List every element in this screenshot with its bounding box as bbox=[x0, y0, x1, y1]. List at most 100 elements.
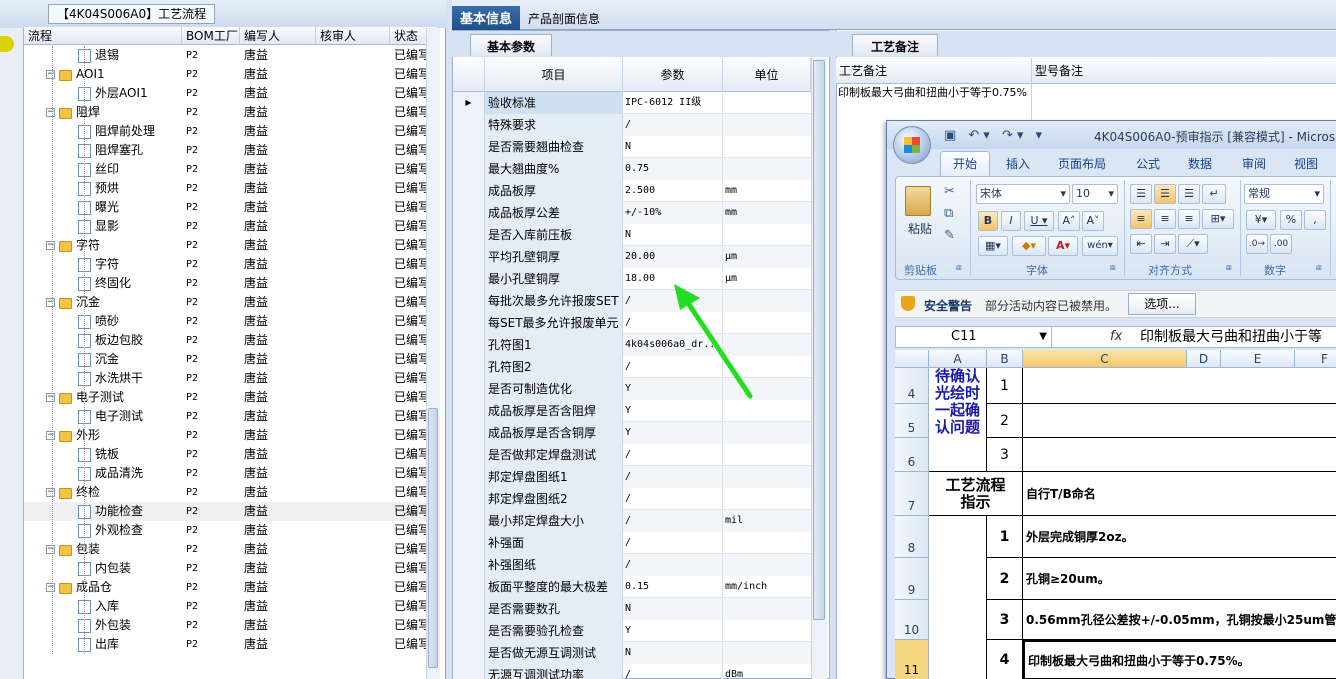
tree-node[interactable]: 喷砂 bbox=[78, 312, 182, 331]
select-all-corner[interactable] bbox=[895, 350, 929, 368]
param-row[interactable]: 成品板厚是否含铜厚 Y bbox=[453, 422, 811, 444]
param-row[interactable]: 板面平整度的最大极差 0.15 mm/inch bbox=[453, 576, 811, 598]
percent-button[interactable]: % bbox=[1280, 210, 1302, 230]
col-header-value[interactable]: 参数 bbox=[623, 58, 723, 92]
decrease-decimal-button[interactable]: .00 bbox=[1270, 234, 1292, 254]
tree-node[interactable]: 成品清洗 bbox=[78, 464, 182, 483]
tree-node[interactable]: − 成品仓 bbox=[46, 578, 182, 597]
param-row[interactable]: 成品板厚 2.500 mm bbox=[453, 180, 811, 202]
row-selector[interactable] bbox=[453, 356, 485, 378]
param-value[interactable]: / bbox=[623, 510, 723, 532]
tree-node[interactable]: 外层AOI1 bbox=[78, 84, 182, 103]
tree-node[interactable]: 外包装 bbox=[78, 616, 182, 635]
row-selector[interactable] bbox=[453, 488, 485, 510]
orientation-button[interactable]: ⟋▾ bbox=[1178, 234, 1208, 254]
cell-c5[interactable] bbox=[1023, 404, 1336, 438]
font-color-button[interactable]: A▾ bbox=[1048, 236, 1078, 256]
row-selector[interactable] bbox=[453, 312, 485, 334]
tree-node[interactable]: 外观检查 bbox=[78, 521, 182, 540]
col-header-b[interactable]: B bbox=[987, 350, 1023, 368]
paste-label[interactable]: 粘贴 bbox=[908, 220, 932, 237]
row-header-5[interactable]: 5 bbox=[895, 404, 929, 438]
row-header-9[interactable]: 9 bbox=[895, 558, 929, 600]
param-value[interactable]: Y bbox=[623, 422, 723, 444]
collapse-toggle-icon[interactable]: − bbox=[46, 241, 55, 250]
row-selector[interactable] bbox=[453, 422, 485, 444]
row-selector[interactable] bbox=[453, 202, 485, 224]
row-selector[interactable] bbox=[453, 400, 485, 422]
cut-icon[interactable]: ✂ bbox=[944, 184, 955, 199]
param-row[interactable]: 成品板厚公差 +/-10% mm bbox=[453, 202, 811, 224]
tree-node[interactable]: − 包装 bbox=[46, 540, 182, 559]
tree-node[interactable]: − AOI1 bbox=[46, 65, 182, 84]
collapse-toggle-icon[interactable]: − bbox=[46, 108, 55, 117]
align-top-button[interactable]: ☰ bbox=[1130, 184, 1152, 204]
cell-c8[interactable]: 外层完成铜厚2oz。 bbox=[1023, 516, 1336, 558]
col-header-process-note[interactable]: 工艺备注 bbox=[836, 58, 1032, 84]
collapse-toggle-icon[interactable]: − bbox=[46, 431, 55, 440]
tree-node[interactable]: 功能检查 bbox=[78, 502, 182, 521]
row-selector[interactable] bbox=[453, 620, 485, 642]
row-selector[interactable] bbox=[453, 268, 485, 290]
collapse-toggle-icon[interactable]: − bbox=[46, 298, 55, 307]
col-header-d[interactable]: D bbox=[1187, 350, 1221, 368]
col-header-a[interactable]: A bbox=[929, 350, 987, 368]
param-value[interactable]: / bbox=[623, 488, 723, 510]
collapse-toggle-icon[interactable]: − bbox=[46, 545, 55, 554]
tree-node[interactable]: 水洗烘干 bbox=[78, 369, 182, 388]
ribbon-tab-insert[interactable]: 插入 bbox=[1006, 155, 1030, 172]
underline-button[interactable]: U ▾ bbox=[1024, 211, 1054, 231]
border-button[interactable]: ▦▾ bbox=[978, 236, 1008, 256]
col-header-reviewer[interactable]: 核审人 bbox=[316, 27, 390, 45]
copy-icon[interactable]: ⧉ bbox=[944, 206, 953, 221]
format-painter-icon[interactable]: ✎ bbox=[944, 228, 955, 243]
fill-color-button[interactable]: ◆▾ bbox=[1012, 236, 1046, 256]
tree-node[interactable]: 内包装 bbox=[78, 559, 182, 578]
tree-node[interactable]: 阻焊塞孔 bbox=[78, 141, 182, 160]
ribbon-tab-formulas[interactable]: 公式 bbox=[1136, 155, 1160, 172]
increase-indent-button[interactable]: ⇥ bbox=[1154, 234, 1176, 254]
tree-node[interactable]: 显影 bbox=[78, 217, 182, 236]
param-value[interactable]: / bbox=[623, 444, 723, 466]
tree-node[interactable]: 字符 bbox=[78, 255, 182, 274]
ribbon-tab-view[interactable]: 视图 bbox=[1294, 155, 1318, 172]
cell-a-merged[interactable] bbox=[929, 516, 987, 679]
merge-center-button[interactable]: ⊞▾ bbox=[1202, 209, 1234, 229]
cell-b4[interactable]: 1 bbox=[987, 368, 1023, 404]
param-row[interactable]: ▶ 验收标准 IPC-6012 II级 bbox=[453, 92, 811, 114]
tree-node[interactable]: 电子测试 bbox=[78, 407, 182, 426]
row-selector[interactable] bbox=[453, 136, 485, 158]
tree-node[interactable]: 出库 bbox=[78, 635, 182, 654]
row-selector[interactable] bbox=[453, 290, 485, 312]
row-header-4[interactable]: 4 bbox=[895, 368, 929, 404]
alignment-launcher-icon[interactable]: ⧈ bbox=[1226, 263, 1232, 273]
wrap-text-button[interactable]: ↵ bbox=[1202, 184, 1226, 204]
tree-node[interactable]: 铣板 bbox=[78, 445, 182, 464]
param-row[interactable]: 邦定焊盘图纸2/ bbox=[453, 488, 811, 510]
param-value[interactable]: / bbox=[623, 114, 723, 136]
col-header-e[interactable]: E bbox=[1221, 350, 1295, 368]
param-row[interactable]: 是否需要翘曲检查 N bbox=[453, 136, 811, 158]
cell-c11-active[interactable]: 印制板最大弓曲和扭曲小于等于0.75%。 bbox=[1023, 640, 1336, 679]
row-selector[interactable] bbox=[453, 576, 485, 598]
worksheet[interactable]: A B C D E F 4 5 6 7 8 9 10 11 待确认光绘时一起确认… bbox=[895, 350, 1336, 679]
number-launcher-icon[interactable]: ⧈ bbox=[1316, 263, 1322, 273]
param-row[interactable]: 最大翘曲度% 0.75 bbox=[453, 158, 811, 180]
col-header-f[interactable]: F bbox=[1295, 350, 1336, 368]
row-header-10[interactable]: 10 bbox=[895, 600, 929, 640]
param-row[interactable]: 是否需要数孔 N bbox=[453, 598, 811, 620]
row-selector[interactable] bbox=[453, 224, 485, 246]
cell-c9[interactable]: 孔铜≥20um。 bbox=[1023, 558, 1336, 600]
row-header-7[interactable]: 7 bbox=[895, 472, 929, 516]
param-value[interactable]: 0.15 bbox=[623, 576, 723, 598]
row-selector[interactable] bbox=[453, 444, 485, 466]
collapse-toggle-icon[interactable]: − bbox=[46, 583, 55, 592]
row-header-11[interactable]: 11 bbox=[895, 640, 929, 679]
grow-font-button[interactable]: A˄ bbox=[1058, 211, 1080, 231]
param-value[interactable]: 20.00 bbox=[623, 246, 723, 268]
param-row[interactable]: 是否做无源互调测试 N bbox=[453, 642, 811, 664]
param-value[interactable]: / bbox=[623, 532, 723, 554]
font-size-select[interactable]: 10 ▾ bbox=[1072, 184, 1118, 204]
col-header-model-note[interactable]: 型号备注 bbox=[1032, 58, 1336, 84]
row-selector[interactable] bbox=[453, 466, 485, 488]
